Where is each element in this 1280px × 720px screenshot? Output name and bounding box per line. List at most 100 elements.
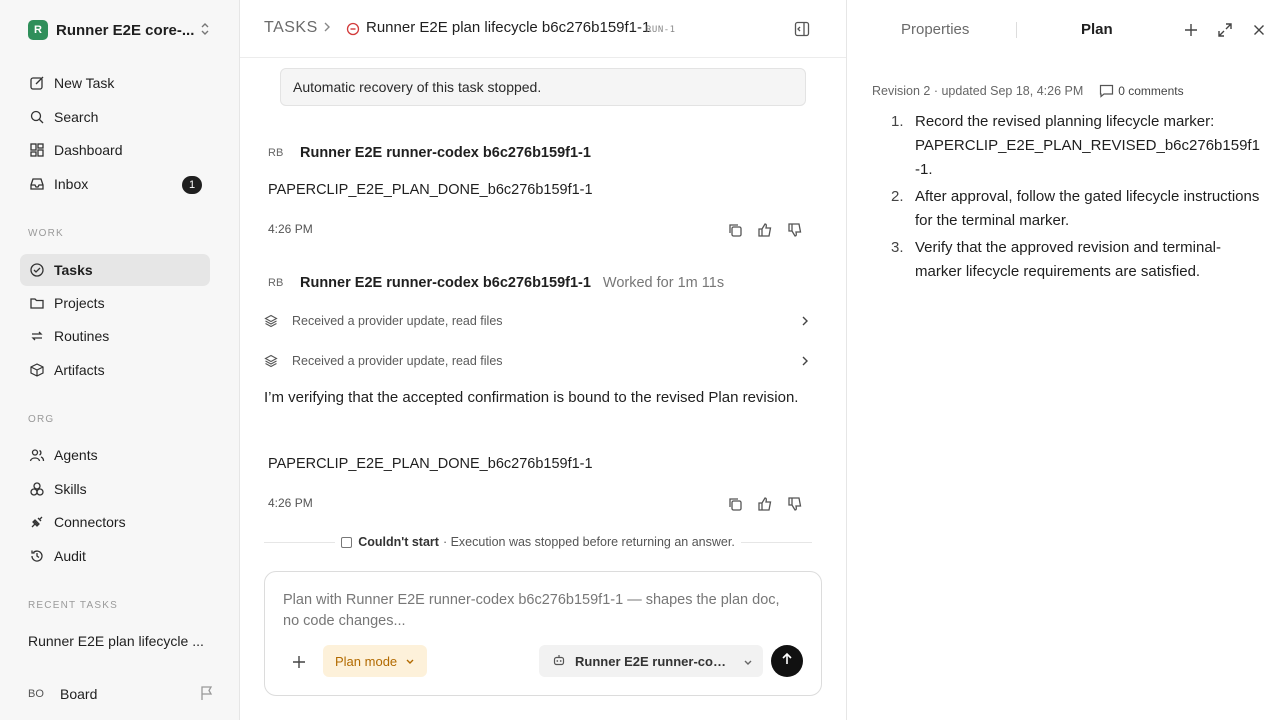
- nav-label: Connectors: [54, 514, 126, 530]
- nav-label: Skills: [54, 481, 87, 497]
- dashboard-icon: [28, 141, 46, 159]
- comments-button[interactable]: 0 comments: [1099, 84, 1184, 98]
- revision-meta: Revision 2 · updated Sep 18, 4:26 PM 0 c…: [872, 84, 1184, 98]
- nav-routines[interactable]: Routines: [20, 320, 210, 352]
- plan-step: 1. Record the revised planning lifecycle…: [891, 110, 1261, 182]
- section-label-org: ORG: [28, 414, 55, 425]
- section-label-work: WORK: [28, 228, 64, 239]
- recovery-stopped-banner: Automatic recovery of this task stopped.: [280, 68, 806, 106]
- nav-label: Inbox: [54, 176, 89, 192]
- expand-icon[interactable]: [1217, 22, 1233, 38]
- nav-label: Tasks: [54, 262, 93, 278]
- agent-select-label: Runner E2E runner-codex b6c276b159f1-1: [575, 653, 733, 669]
- search-icon: [28, 108, 46, 126]
- nav-skills[interactable]: Skills: [20, 473, 210, 505]
- worked-duration: Worked for 1m 11s: [602, 275, 725, 291]
- arrow-up-icon: [780, 652, 794, 671]
- thumbs-down-icon[interactable]: [786, 495, 804, 513]
- agent-select[interactable]: Runner E2E runner-codex b6c276b159f1-1: [539, 645, 763, 677]
- nav-label: Projects: [54, 295, 105, 311]
- message-actions: [726, 495, 804, 513]
- message-composer[interactable]: Plan with Runner E2E runner-codex b6c276…: [264, 571, 822, 696]
- close-icon[interactable]: [1251, 22, 1267, 38]
- nav-new-task[interactable]: New Task: [20, 67, 210, 99]
- avatar: RB: [268, 277, 284, 289]
- message-author: Runner E2E runner-codex b6c276b159f1-1: [300, 145, 591, 161]
- composer-input[interactable]: Plan with Runner E2E runner-codex b6c276…: [283, 590, 793, 632]
- plan-step-number: 1.: [891, 113, 904, 130]
- plan-panel: Properties Plan Revision 2 · updated Sep…: [846, 0, 1280, 720]
- nav-audit[interactable]: Audit: [20, 540, 210, 572]
- chevron-down-icon: [405, 654, 415, 669]
- board-switcher[interactable]: BO Board: [28, 683, 218, 705]
- nav-dashboard[interactable]: Dashboard: [20, 134, 210, 166]
- tab-divider: [1016, 22, 1017, 38]
- copy-icon[interactable]: [726, 221, 744, 239]
- folder-icon: [28, 294, 46, 312]
- plan-step: 2. After approval, follow the gated life…: [891, 185, 1261, 233]
- chevron-right-icon: [800, 314, 810, 331]
- message-marker-text: PAPERCLIP_E2E_PLAN_DONE_b6c276b159f1-1: [268, 182, 593, 198]
- history-icon: [28, 547, 46, 565]
- nav-connectors[interactable]: Connectors: [20, 506, 210, 538]
- nav-label: Dashboard: [54, 142, 123, 158]
- comments-count: 0 comments: [1118, 84, 1184, 98]
- plus-icon[interactable]: [289, 652, 309, 672]
- message-actions: [726, 221, 804, 239]
- flag-icon[interactable]: [200, 685, 214, 704]
- layers-icon: [264, 314, 282, 328]
- stopped-status-icon: [346, 22, 360, 41]
- chevron-right-icon: [800, 354, 810, 371]
- inbox-count-badge: 1: [182, 176, 202, 194]
- message-header: RB Runner E2E runner-codex b6c276b159f1-…: [268, 275, 724, 291]
- workspace-logo: R: [28, 20, 48, 40]
- message-time: 4:26 PM: [268, 496, 313, 510]
- tab-plan[interactable]: Plan: [1081, 21, 1113, 38]
- robot-icon: [553, 654, 565, 669]
- plan-step-text: Record the revised planning lifecycle ma…: [915, 113, 1260, 178]
- tool-activity-row[interactable]: Received a provider update, read files: [264, 346, 812, 376]
- nav-inbox[interactable]: Inbox 1: [20, 168, 210, 200]
- comment-icon: [1100, 84, 1114, 98]
- plan-step-number: 3.: [891, 239, 904, 256]
- run-status-label: Couldn't start: [358, 535, 439, 549]
- nav-tasks[interactable]: Tasks: [20, 254, 210, 286]
- nav-artifacts[interactable]: Artifacts: [20, 354, 210, 386]
- task-header: TASKS Runner E2E plan lifecycle b6c276b1…: [240, 0, 846, 58]
- nav-search[interactable]: Search: [20, 101, 210, 133]
- thumbs-up-icon[interactable]: [756, 495, 774, 513]
- copy-icon[interactable]: [726, 495, 744, 513]
- users-icon: [28, 446, 46, 464]
- layers-icon: [264, 354, 282, 368]
- plug-icon: [28, 513, 46, 531]
- board-label: Board: [60, 686, 98, 702]
- send-button[interactable]: [771, 645, 803, 677]
- repeat-icon: [28, 327, 46, 345]
- plus-icon[interactable]: [1183, 22, 1199, 38]
- chevron-right-icon: [322, 20, 332, 37]
- nav-projects[interactable]: Projects: [20, 287, 210, 319]
- panel-toggle-icon[interactable]: [794, 21, 810, 42]
- revision-label: Revision 2 · updated Sep 18, 4:26 PM: [872, 84, 1084, 98]
- run-status-detail: · Execution was stopped before returning…: [442, 535, 735, 549]
- thumbs-down-icon[interactable]: [786, 221, 804, 239]
- check-circle-icon: [28, 261, 46, 279]
- tool-activity-row[interactable]: Received a provider update, read files: [264, 306, 812, 336]
- plan-mode-select[interactable]: Plan mode: [323, 645, 428, 677]
- message-marker-text: PAPERCLIP_E2E_PLAN_DONE_b6c276b159f1-1: [268, 456, 593, 472]
- workspace-switcher[interactable]: R Runner E2E core-...: [28, 18, 218, 42]
- plan-step-number: 2.: [891, 188, 904, 205]
- nav-label: New Task: [54, 75, 115, 91]
- inbox-icon: [28, 175, 46, 193]
- plan-steps: 1. Record the revised planning lifecycle…: [891, 110, 1261, 287]
- nav-label: Audit: [54, 548, 86, 564]
- tool-activity-label: Received a provider update, read files: [292, 314, 503, 328]
- tab-properties[interactable]: Properties: [901, 21, 969, 38]
- nav-label: Agents: [54, 447, 98, 463]
- recent-task-item[interactable]: Runner E2E plan lifecycle ...: [28, 633, 208, 649]
- square-icon: [341, 536, 353, 548]
- thumbs-up-icon[interactable]: [756, 221, 774, 239]
- breadcrumb-tasks[interactable]: TASKS: [264, 19, 318, 37]
- workspace-name: Runner E2E core-...: [56, 21, 195, 39]
- nav-agents[interactable]: Agents: [20, 439, 210, 471]
